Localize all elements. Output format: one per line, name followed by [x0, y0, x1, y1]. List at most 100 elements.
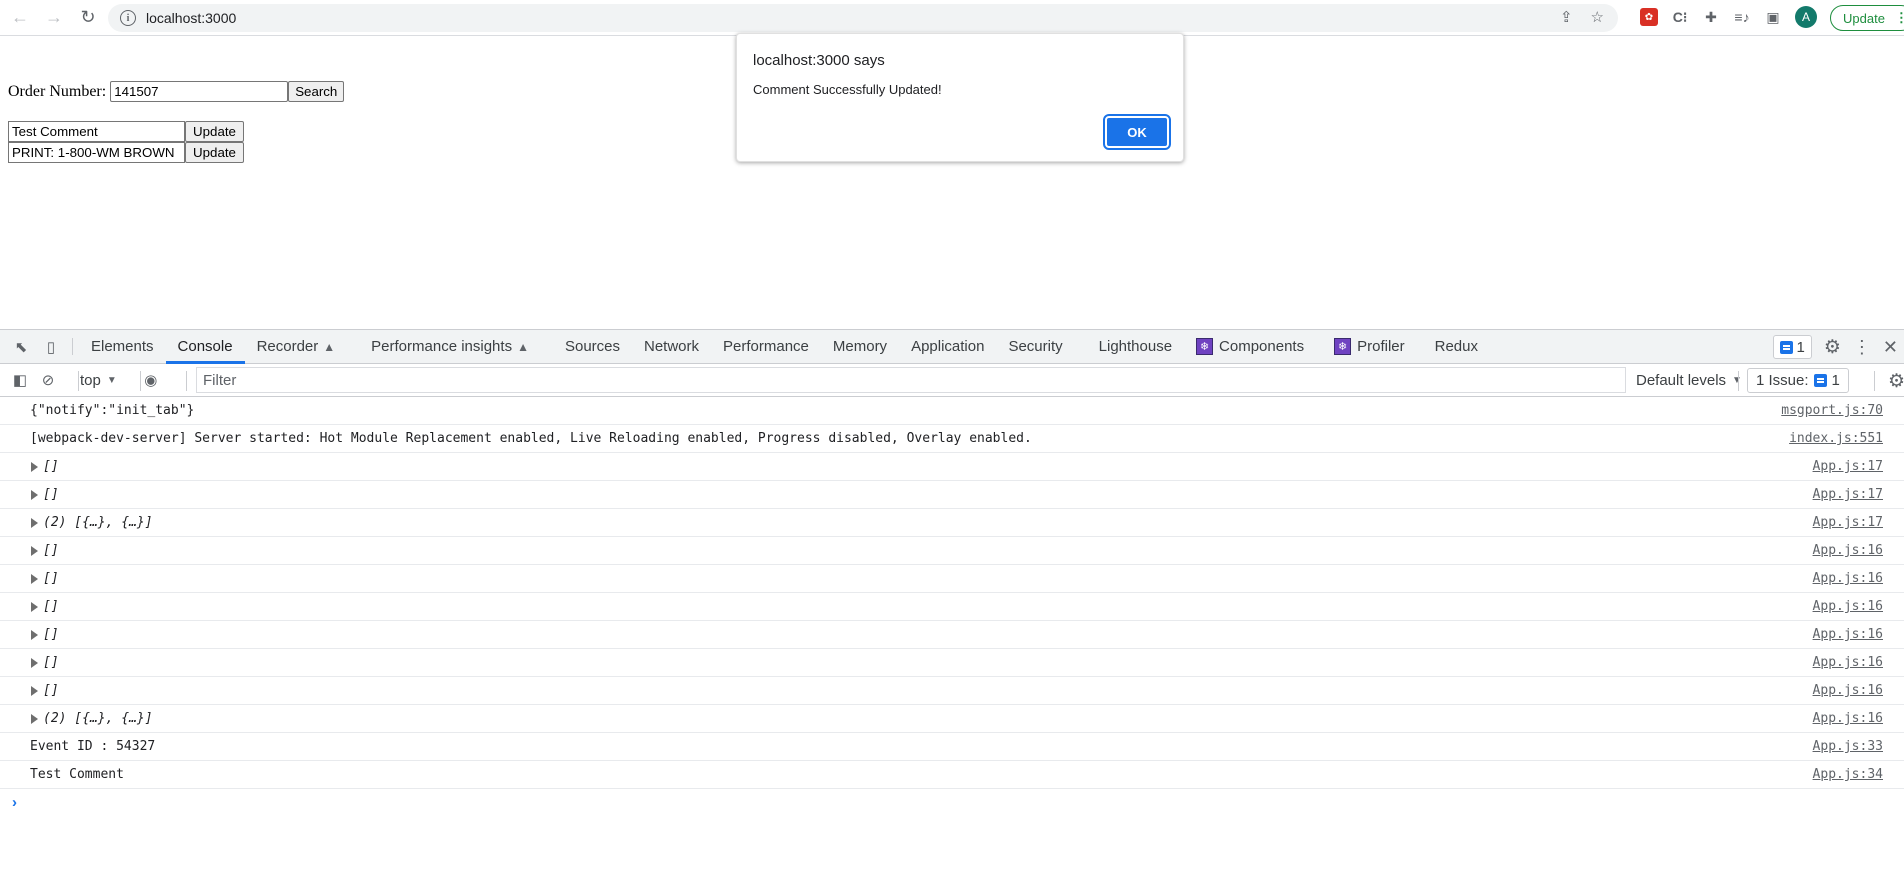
source-link[interactable]: msgport.js:70 [1781, 403, 1883, 418]
source-link[interactable]: App.js:17 [1813, 459, 1883, 474]
tab-label: Security [1008, 338, 1063, 355]
address-bar[interactable]: i localhost:3000 ⇪ ☆ [108, 4, 1618, 32]
settings-gear-icon[interactable]: ⚙ [1824, 336, 1841, 359]
c-extension-icon[interactable]: C⁝ [1671, 8, 1689, 26]
prompt-chevron-icon: › [12, 793, 17, 811]
console-settings-gear-icon[interactable]: ⚙ [1888, 370, 1904, 393]
console-message-text: [webpack-dev-server] Server started: Hot… [30, 431, 1032, 446]
expand-triangle-icon[interactable] [31, 490, 38, 500]
tab-label: Performance [723, 338, 809, 355]
device-toolbar-icon[interactable]: ▯ [36, 330, 66, 363]
console-message-row[interactable]: [] App.js:16 [0, 593, 1904, 621]
update-comment-button[interactable]: Update [185, 121, 244, 142]
clear-console-icon[interactable]: ⊘ [34, 371, 62, 389]
tab-application[interactable]: Application [899, 330, 996, 363]
tab-label: Lighthouse [1098, 338, 1173, 355]
order-number-input[interactable] [110, 81, 289, 102]
expand-triangle-icon[interactable] [31, 658, 38, 668]
share-icon[interactable]: ⇪ [1560, 8, 1573, 26]
source-link[interactable]: App.js:16 [1813, 571, 1883, 586]
console-filter-input[interactable] [196, 367, 1626, 393]
source-link[interactable]: App.js:16 [1813, 655, 1883, 670]
tab-performance-insights[interactable]: Performance insights ▲ [359, 330, 541, 363]
console-message-text: {"notify":"init_tab"} [30, 403, 195, 418]
console-message-text: (2) [{…}, {…}] [43, 515, 153, 530]
expand-triangle-icon[interactable] [31, 714, 38, 724]
console-prompt[interactable]: › [0, 789, 1904, 815]
update-comment-button[interactable]: Update [185, 142, 244, 163]
console-toolbar: ◧ ⊘ top ▼ ◉ Default levels ▼ 1 Issue: 1 … [0, 364, 1904, 397]
source-link[interactable]: App.js:34 [1813, 767, 1883, 782]
console-message-row[interactable]: [] App.js:16 [0, 565, 1904, 593]
reload-icon[interactable]: ↻ [74, 4, 102, 32]
kebab-menu-icon[interactable]: ⋮ [1895, 10, 1904, 26]
dialog-message: Comment Successfully Updated! [753, 82, 942, 97]
tab-recorder[interactable]: Recorder ▲ [245, 330, 348, 363]
tab-sources[interactable]: Sources [553, 330, 632, 363]
expand-triangle-icon[interactable] [31, 546, 38, 556]
comment-input[interactable] [8, 142, 185, 163]
expand-triangle-icon[interactable] [31, 630, 38, 640]
source-link[interactable]: App.js:17 [1813, 487, 1883, 502]
source-link[interactable]: App.js:16 [1813, 627, 1883, 642]
source-link[interactable]: App.js:16 [1813, 711, 1883, 726]
side-panel-icon[interactable]: ▣ [1764, 8, 1782, 26]
source-link[interactable]: App.js:16 [1813, 599, 1883, 614]
console-message-row[interactable]: [] App.js:16 [0, 537, 1904, 565]
console-message-row[interactable]: (2) [{…}, {…}] App.js:16 [0, 705, 1904, 733]
tab-profiler[interactable]: ❄ Profiler [1322, 330, 1417, 363]
tab-redux[interactable]: Redux [1423, 330, 1490, 363]
browser-toolbar: ← → ↻ i localhost:3000 ⇪ ☆ ✿ C⁝ ✚ ≡♪ ▣ A… [0, 0, 1904, 36]
console-message-row[interactable]: [] App.js:16 [0, 621, 1904, 649]
tab-memory[interactable]: Memory [821, 330, 899, 363]
comment-input[interactable] [8, 121, 185, 142]
tab-components[interactable]: ❄ Components [1184, 330, 1316, 363]
tab-label: Application [911, 338, 985, 355]
expand-triangle-icon[interactable] [31, 518, 38, 528]
source-link[interactable]: App.js:33 [1813, 739, 1883, 754]
source-link[interactable]: App.js:16 [1813, 683, 1883, 698]
expand-triangle-icon[interactable] [31, 574, 38, 584]
console-message-row[interactable]: [] App.js:17 [0, 481, 1904, 509]
issues-button[interactable]: 1 Issue: 1 [1747, 368, 1849, 393]
source-link[interactable]: index.js:551 [1789, 431, 1883, 446]
star-icon[interactable]: ☆ [1591, 8, 1604, 26]
source-link[interactable]: App.js:17 [1813, 515, 1883, 530]
tab-label: Console [177, 338, 233, 355]
puzzle-extensions-icon[interactable]: ✚ [1702, 8, 1720, 26]
expand-triangle-icon[interactable] [31, 602, 38, 612]
tab-network[interactable]: Network [632, 330, 711, 363]
back-icon[interactable]: ← [6, 4, 34, 32]
console-message-row[interactable]: [] App.js:16 [0, 649, 1904, 677]
console-message-row[interactable]: [] App.js:17 [0, 453, 1904, 481]
tab-performance[interactable]: Performance [711, 330, 821, 363]
info-icon[interactable]: i [120, 10, 136, 26]
expand-triangle-icon[interactable] [31, 462, 38, 472]
red-bug-extension-icon[interactable]: ✿ [1640, 8, 1658, 26]
tab-lighthouse[interactable]: Lighthouse [1087, 330, 1184, 363]
update-label: Update [1843, 10, 1885, 26]
log-levels-dropdown[interactable]: Default levels ▼ [1636, 364, 1742, 397]
console-message-row[interactable]: (2) [{…}, {…}] App.js:17 [0, 509, 1904, 537]
avatar[interactable]: A [1795, 6, 1817, 28]
context-selector[interactable]: top ▼ [74, 372, 123, 389]
url-text[interactable]: localhost:3000 [146, 10, 236, 26]
chrome-update-button[interactable]: Update ⋮ [1830, 5, 1904, 31]
search-button[interactable]: Search [288, 81, 345, 102]
tab-elements[interactable]: Elements [79, 330, 166, 363]
console-message-row[interactable]: [] App.js:16 [0, 677, 1904, 705]
source-link[interactable]: App.js:16 [1813, 543, 1883, 558]
more-options-icon[interactable]: ⋮ [1853, 337, 1871, 358]
issues-count: 1 [1831, 372, 1840, 389]
tab-console[interactable]: Console [165, 330, 245, 364]
forward-icon[interactable]: → [40, 4, 68, 32]
divider [140, 371, 141, 391]
expand-triangle-icon[interactable] [31, 686, 38, 696]
ok-button[interactable]: OK [1103, 114, 1171, 150]
tab-security[interactable]: Security [996, 330, 1074, 363]
sidebar-toggle-icon[interactable]: ◧ [6, 371, 34, 389]
issues-badge[interactable]: 1 [1772, 335, 1812, 359]
media-queue-icon[interactable]: ≡♪ [1733, 8, 1751, 26]
inspect-element-icon[interactable]: ⬉ [6, 330, 36, 363]
close-devtools-icon[interactable]: ✕ [1883, 337, 1898, 358]
